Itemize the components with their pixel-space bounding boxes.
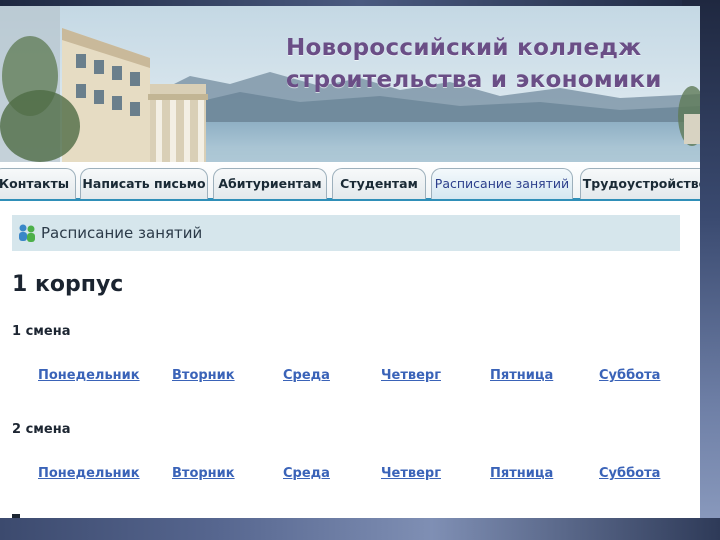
tab-employment[interactable]: Трудоустройство: [580, 168, 700, 199]
link-friday[interactable]: Пятница: [490, 466, 553, 481]
link-thursday[interactable]: Четверг: [381, 368, 441, 383]
link-wednesday[interactable]: Среда: [283, 368, 330, 383]
main-nav-tabs: Контакты Написать письмо Абитуриентам Ст…: [0, 162, 700, 201]
building-heading: 1 корпус: [12, 272, 124, 297]
shift-1-label: 1 смена: [12, 324, 71, 339]
website-screenshot: Новороссийский колледж строительства и э…: [0, 6, 700, 518]
link-thursday[interactable]: Четверг: [381, 466, 441, 481]
link-monday[interactable]: Понедельник: [38, 466, 140, 481]
section-header-bar: Расписание занятий: [12, 215, 680, 251]
link-saturday[interactable]: Суббота: [599, 368, 660, 383]
link-tuesday[interactable]: Вторник: [172, 368, 235, 383]
link-saturday[interactable]: Суббота: [599, 466, 660, 481]
link-monday[interactable]: Понедельник: [38, 368, 140, 383]
shift-2-days: Понедельник Вторник Среда Четверг Пятниц…: [0, 466, 700, 486]
tab-applicants[interactable]: Абитуриентам: [213, 168, 327, 199]
link-tuesday[interactable]: Вторник: [172, 466, 235, 481]
tab-contacts[interactable]: Контакты: [0, 168, 76, 199]
tab-write-letter[interactable]: Написать письмо: [80, 168, 208, 199]
tab-students[interactable]: Студентам: [332, 168, 426, 199]
site-header: Новороссийский колледж строительства и э…: [0, 6, 700, 162]
site-title: Новороссийский колледж строительства и э…: [286, 32, 666, 96]
site-title-line1: Новороссийский колледж: [286, 35, 642, 61]
tab-schedule[interactable]: Расписание занятий: [431, 168, 573, 199]
link-wednesday[interactable]: Среда: [283, 466, 330, 481]
cut-off-text: [12, 514, 20, 518]
link-friday[interactable]: Пятница: [490, 368, 553, 383]
site-title-line2: строительства и экономики: [286, 67, 662, 93]
section-title: Расписание занятий: [41, 224, 203, 242]
people-icon: [19, 224, 35, 242]
slide-frame-bottom: [0, 518, 720, 540]
shift-2-label: 2 смена: [12, 422, 71, 437]
shift-1-days: Понедельник Вторник Среда Четверг Пятниц…: [0, 368, 700, 388]
